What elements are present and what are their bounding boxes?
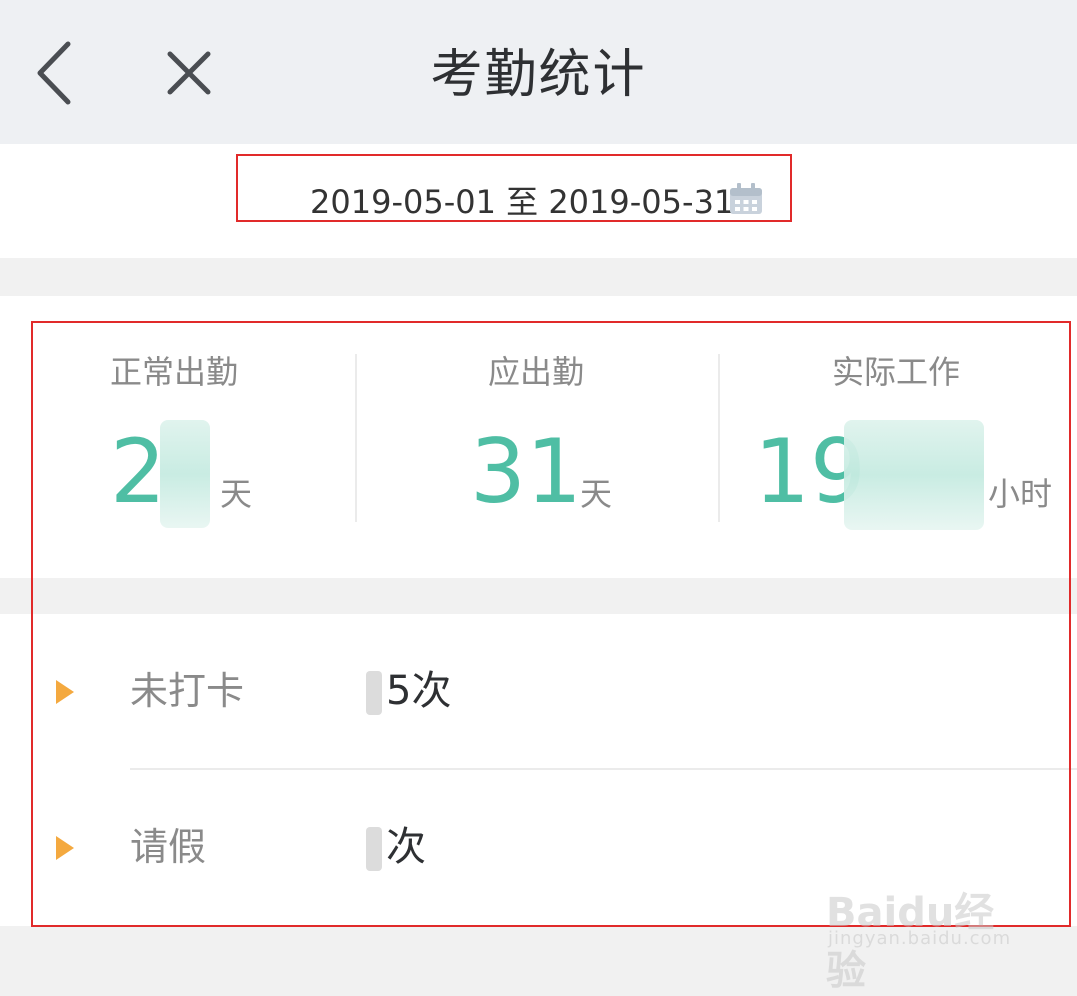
redacted-blur <box>844 420 984 530</box>
stat-unit: 小时 <box>988 475 1053 513</box>
stat-unit: 天 <box>220 475 253 513</box>
app-header: 考勤统计 <box>0 0 1077 144</box>
baidu-watermark: Baidu经验 jingyan.baidu.com <box>826 860 1026 994</box>
expand-arrow-icon[interactable] <box>56 836 74 860</box>
stat-divider <box>355 354 357 522</box>
item-value-wrapper: 5次 <box>366 666 451 716</box>
item-value: 次 <box>386 824 426 870</box>
date-range-picker[interactable]: 2019-05-01 至 2019-05-31 <box>236 154 792 222</box>
item-label: 未打卡 <box>130 669 245 713</box>
stat-actual-work[interactable]: 实际工作 19 小时 <box>720 296 1077 578</box>
redacted-blur <box>366 827 382 871</box>
redacted-blur <box>366 671 382 715</box>
expand-arrow-icon[interactable] <box>56 680 74 704</box>
list-item-missed-punch[interactable]: 未打卡 5次 <box>0 614 1077 770</box>
item-label: 请假 <box>130 825 207 869</box>
stats-panel: 正常出勤 2 天 应出勤 31 天 实际工作 19 小时 <box>0 296 1077 578</box>
page-title: 考勤统计 <box>430 45 647 105</box>
section-gap <box>0 578 1077 614</box>
watermark-url: jingyan.baidu.com <box>828 928 1012 949</box>
calendar-icon[interactable] <box>728 182 764 216</box>
item-value: 5次 <box>386 668 452 714</box>
stat-label: 实际工作 <box>832 353 961 391</box>
stat-value: 2 <box>110 420 166 523</box>
stat-label: 应出勤 <box>488 353 585 391</box>
stat-value: 31 <box>470 420 582 523</box>
stat-normal-attendance[interactable]: 正常出勤 2 天 <box>0 296 356 578</box>
date-range-text: 2019-05-01 至 2019-05-31 <box>310 183 735 221</box>
redacted-blur <box>160 420 210 528</box>
stat-label: 正常出勤 <box>110 353 239 391</box>
stat-expected-attendance[interactable]: 应出勤 31 天 <box>358 296 718 578</box>
stat-unit: 天 <box>580 475 613 513</box>
item-value-wrapper: 次 <box>366 822 426 872</box>
